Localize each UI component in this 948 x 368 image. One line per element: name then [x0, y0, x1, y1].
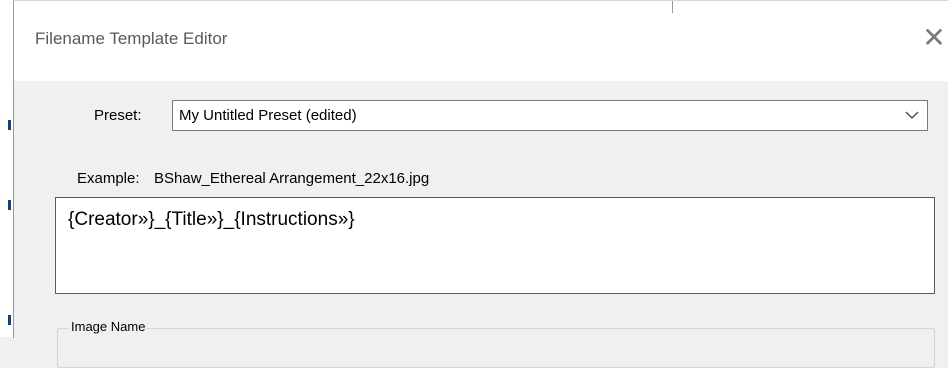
divider [672, 1, 673, 13]
background-window-edge [0, 0, 13, 337]
preset-dropdown[interactable]: My Untitled Preset (edited) [172, 100, 928, 131]
example-filename: BShaw_Ethereal Arrangement_22x16.jpg [154, 170, 430, 187]
preset-dropdown-value: My Untitled Preset (edited) [179, 107, 357, 124]
background-mark [8, 200, 11, 210]
background-mark [8, 315, 11, 325]
dialog-title: Filename Template Editor [35, 29, 228, 48]
template-field[interactable]: {Creator»}_{Title»}_{Instructions»} [55, 197, 935, 294]
close-icon: ✕ [922, 22, 946, 53]
filename-template-editor-dialog: Filename Template Editor ✕ Preset: My Un… [13, 0, 948, 368]
chevron-down-icon [905, 111, 919, 119]
close-button[interactable]: ✕ [919, 23, 948, 53]
title-bar: Filename Template Editor ✕ [14, 1, 948, 81]
example-label: Example: [77, 170, 140, 187]
image-name-group [57, 328, 935, 368]
template-text: {Creator»}_{Title»}_{Instructions»} [68, 209, 355, 230]
background-mark [8, 120, 11, 130]
preset-label: Preset: [94, 107, 142, 124]
image-name-group-label: Image Name [69, 319, 148, 334]
